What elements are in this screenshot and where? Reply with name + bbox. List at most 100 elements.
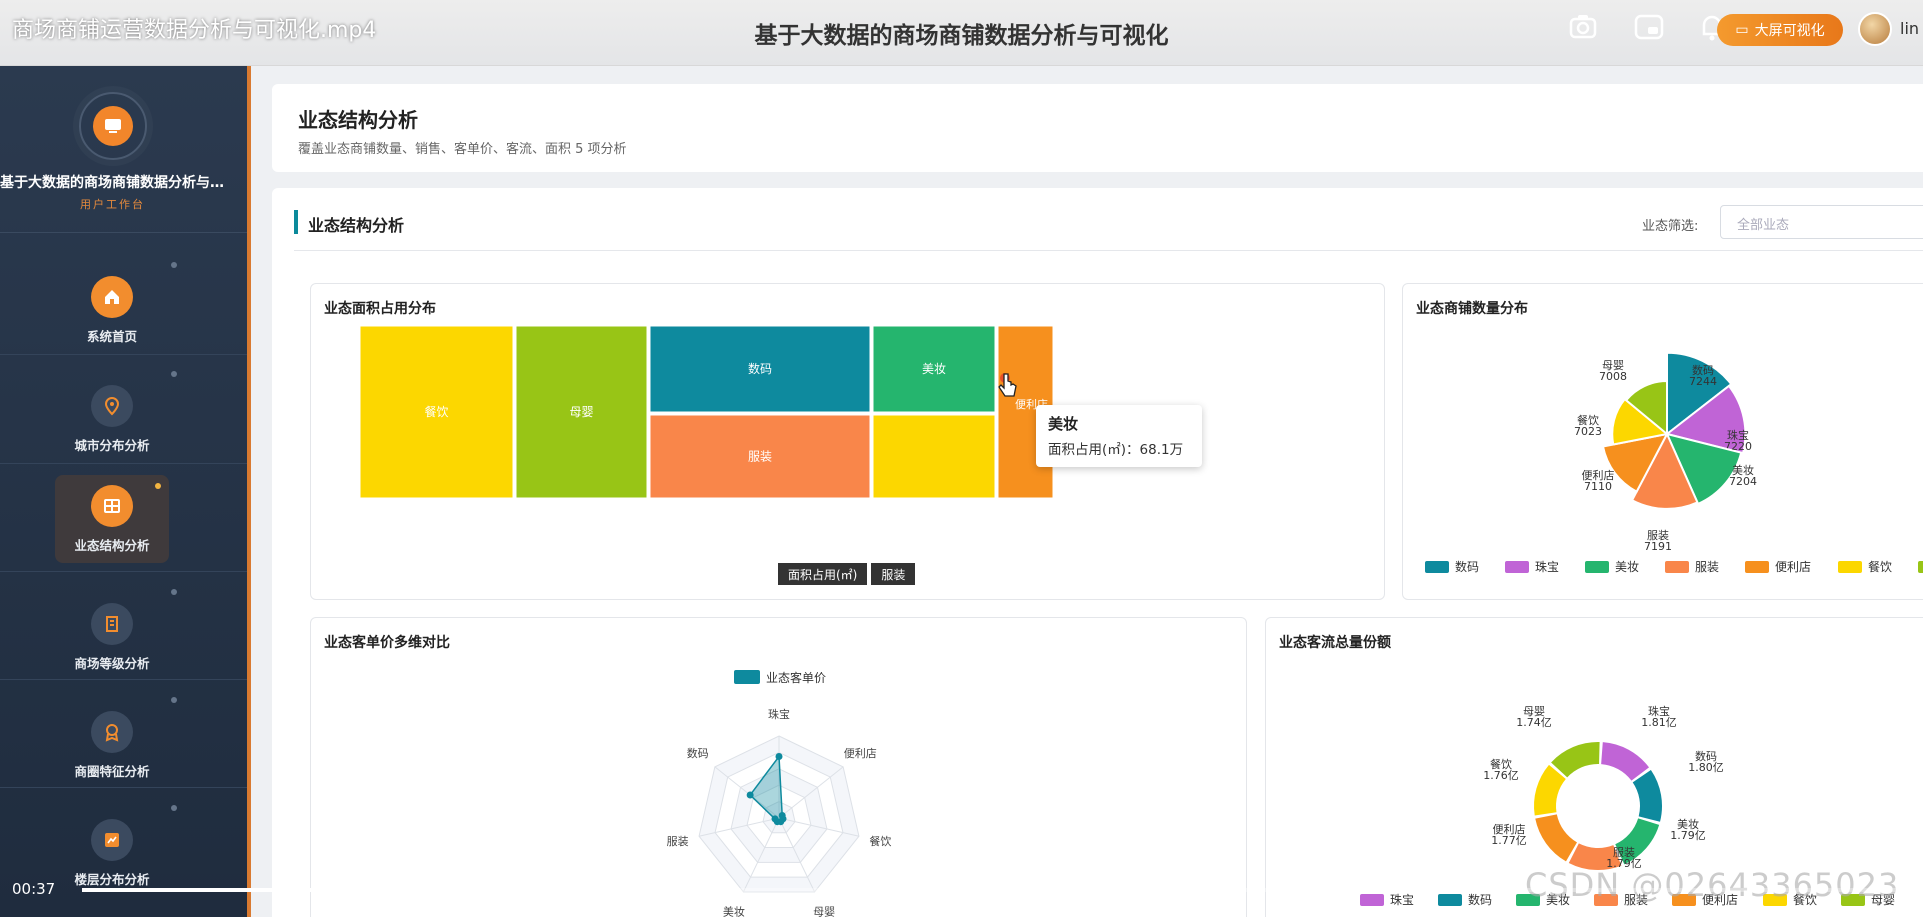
radar-point [771,815,779,823]
treemap-label: 餐饮 [424,404,448,419]
logo [79,92,147,160]
pie-label-value: 7110 [1584,480,1612,493]
radar-axis-label: 餐饮 [869,834,891,848]
radar-point [775,753,783,760]
legend-swatch [1585,561,1609,573]
legend-label: 服装 [1695,560,1719,574]
breadcrumb-item[interactable]: 面积占用(㎡) [778,563,868,585]
playback-time: 00:37 [12,880,56,898]
divider [0,463,247,464]
legend-swatch [734,670,760,684]
status-dot [155,483,161,489]
format-filter-select[interactable]: 全部业态 [1720,205,1923,239]
pie-label-value: 7244 [1689,375,1717,388]
treemap-label: 数码 [748,361,772,376]
user-name[interactable]: lin [1900,19,1919,38]
legend-label: 餐饮 [1868,559,1892,574]
breadcrumb: 面积占用(㎡) 服装 [778,563,916,585]
sidebar-item-label: 业态结构分析 [74,538,150,553]
camera-icon[interactable] [1566,10,1600,44]
pie-panel: 业态商铺数量分布 数码 7244 珠宝 7220 美妆 7204 服装 7191 便利店 7110… [1402,283,1923,600]
divider [294,250,1923,251]
donut-slice [1535,814,1577,862]
big-screen-button[interactable]: ▭ 大屏可视化 [1717,14,1843,46]
home-icon [91,276,133,318]
pie-label-value: 7008 [1599,370,1627,383]
legend-swatch [1838,561,1862,573]
status-dot [171,589,177,595]
tooltip-value: 面积占用(㎡)：68.1万 [1048,442,1184,458]
filter-label: 业态筛选: [1642,219,1699,234]
sidebar-item-city[interactable]: 城市分布分析 [55,371,177,463]
monitor-icon: ▭ [1735,22,1749,38]
donut-label-value: 1.74亿 [1516,716,1552,729]
brand-subtitle: 用户工作台 [80,198,145,211]
sidebar-item-business-district[interactable]: 商圈特征分析 [55,697,177,789]
donut-slice [1601,742,1650,781]
sidebar-item-label: 商场等级分析 [74,656,150,671]
status-dot [171,262,177,268]
legend-label: 便利店 [1775,560,1811,574]
pie-label-value: 7191 [1644,540,1672,553]
treemap-panel: 业态面积占用分布 餐饮 母婴 数码 服装 美妆 便利店 [310,283,1385,600]
divider [0,571,247,572]
donut-label-value: 1.77亿 [1491,834,1527,847]
pie-chart: 数码7244珠宝7220美妆7204服装7191便利店7110餐饮7023母婴7… [1425,351,1923,574]
tooltip-title: 美妆 [1048,415,1079,433]
pie-label-value: 7023 [1574,425,1602,438]
treemap-cell [872,414,996,499]
pie-label-value: 7204 [1729,475,1757,488]
progress-bar[interactable] [82,888,1922,892]
chart-icon [91,819,133,861]
legend-swatch [1745,561,1769,573]
donut-slice [1534,764,1566,816]
status-dot [171,697,177,703]
legend-swatch [1505,561,1529,573]
legend-label: 美妆 [1615,560,1639,574]
page-header: 业态结构分析 覆盖业态商铺数量、销售、客单价、客流、面积 5 项分析 [272,84,1923,172]
legend-label: 数码 [1455,559,1479,574]
treemap-label: 美妆 [922,362,946,376]
sidebar-item-label: 城市分布分析 [74,438,150,453]
radar-axis-label: 珠宝 [768,707,790,721]
legend-label: 珠宝 [1535,560,1559,574]
sidebar-item-label: 系统首页 [86,329,137,344]
status-dot [171,371,177,377]
sidebar-item-label: 商圈特征分析 [74,764,150,779]
legend-swatch [1918,561,1923,573]
donut-label-value: 1.76亿 [1483,769,1519,782]
status-dot [171,805,177,811]
divider [0,232,247,233]
sidebar-item-mall-grade[interactable]: 商场等级分析 [55,589,177,681]
brand-name: 基于大数据的商场商铺数据分析与… [0,175,224,191]
donut-label-value: 1.79亿 [1670,829,1706,842]
radar-axis-label: 服装 [667,835,689,848]
badge-icon [91,711,133,753]
avatar[interactable] [1858,12,1892,46]
treemap-label: 服装 [748,450,772,464]
donut-label-value: 1.80亿 [1688,761,1724,774]
chart-tooltip: 美妆 面积占用(㎡)：68.1万 [1036,405,1202,467]
legend-label: 业态客单价 [766,670,826,685]
legend-swatch [1665,561,1689,573]
monitor-icon [93,106,133,146]
donut-label-value: 1.81亿 [1641,716,1677,729]
progress-fill [82,888,561,892]
section-accent [294,210,298,234]
divider [0,354,247,355]
picture-in-picture-icon[interactable] [1632,10,1666,44]
sidebar: 基于大数据的商场商铺数据分析与… 用户工作台 系统首页 城市分布分析 业态结构分… [0,66,251,917]
page-title: 业态结构分析 [298,108,418,132]
donut-slice [1551,742,1600,778]
grid-icon [91,485,133,527]
treemap-label: 母婴 [569,405,593,419]
video-top-bar: 商场商铺运营数据分析与可视化.mp4 基于大数据的商场商铺数据分析与可视化 ▭ … [0,0,1923,66]
radar-axis-label: 便利店 [844,746,877,760]
sidebar-item-home[interactable]: 系统首页 [55,262,177,354]
sidebar-item-format[interactable]: 业态结构分析 [55,475,169,563]
radar-axis-label: 数码 [687,747,709,760]
divider [0,787,247,788]
breadcrumb-item[interactable]: 服装 [871,563,916,585]
video-player-controls: 00:37 [0,862,1923,917]
section-title: 业态结构分析 [308,216,405,235]
